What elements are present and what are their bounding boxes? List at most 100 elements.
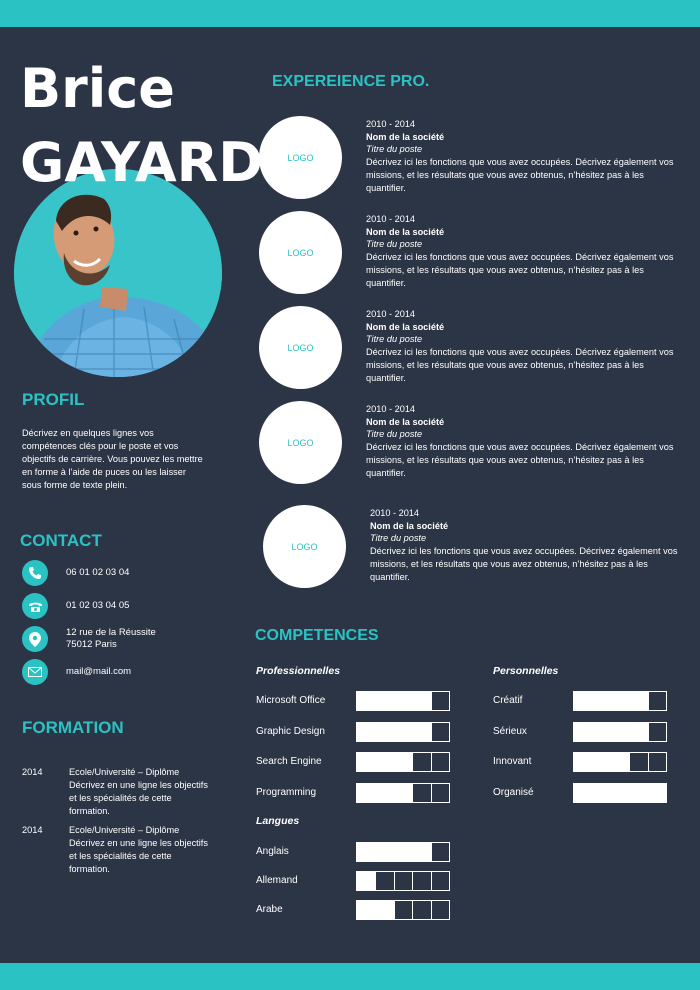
profil-heading: PROFIL xyxy=(22,390,85,409)
skill-level-divider xyxy=(393,901,395,919)
experience-dates: 2010 - 2014 xyxy=(366,404,416,414)
last-name: GAYARD xyxy=(20,131,264,194)
skill-label: Arabe xyxy=(256,904,283,915)
company-logo: LOGO xyxy=(259,306,342,389)
formation-year: 2014 xyxy=(22,767,43,777)
skill-level-fill xyxy=(357,692,431,710)
experience-company: Nom de la société xyxy=(366,416,445,427)
experience-position: Titre du poste xyxy=(366,144,423,155)
company-logo: LOGO xyxy=(263,505,346,588)
skill-level-fill xyxy=(357,901,394,919)
formation-desc: Ecole/Université – Diplôme Décrivez en u… xyxy=(69,767,208,816)
skill-level-divider xyxy=(431,843,433,861)
experience-desc: Décrivez ici les fonctions que vous avez… xyxy=(366,157,674,193)
skill-level-gauge xyxy=(573,782,667,803)
company-logo: LOGO xyxy=(259,211,342,294)
skill-level-divider xyxy=(431,872,433,890)
skill-level-divider xyxy=(412,872,414,890)
experience-desc: Décrivez ici les fonctions que vous avez… xyxy=(370,546,678,582)
formation-year: 2014 xyxy=(22,825,43,835)
experience-position: Titre du poste xyxy=(366,429,423,440)
bottom-accent-bar xyxy=(0,963,700,990)
experience-position: Titre du poste xyxy=(366,334,423,345)
company-logo: LOGO xyxy=(259,401,342,484)
skill-level-divider xyxy=(648,692,650,710)
experience-company: Nom de la société xyxy=(366,226,445,237)
envelope-icon xyxy=(22,659,48,685)
experience-entry: 2010 - 2014 Nom de la société Titre du p… xyxy=(366,118,681,194)
formation-desc: Ecole/Université – Diplôme Décrivez en u… xyxy=(69,825,208,874)
personal-skills-heading: Personnelles xyxy=(493,665,559,677)
skill-level-divider xyxy=(393,872,395,890)
skill-level-gauge xyxy=(356,721,450,742)
telephone-icon xyxy=(22,593,48,619)
skill-level-divider xyxy=(412,753,414,771)
skill-level-divider xyxy=(431,692,433,710)
skill-level-divider xyxy=(629,753,631,771)
skill-label: Search Engine xyxy=(256,756,322,767)
experience-desc: Décrivez ici les fonctions que vous avez… xyxy=(366,347,674,383)
profile-photo xyxy=(14,169,222,377)
location-pin-icon xyxy=(22,626,48,652)
skill-level-fill xyxy=(574,753,630,771)
skill-level-fill xyxy=(574,722,648,741)
skill-level-gauge xyxy=(356,871,450,891)
experience-company: Nom de la société xyxy=(370,520,449,531)
professional-skills-heading: Professionnelles xyxy=(256,665,341,677)
skill-level-fill xyxy=(574,692,648,710)
skill-label: Microsoft Office xyxy=(256,695,326,706)
skill-level-divider xyxy=(431,753,433,771)
skill-level-gauge xyxy=(356,752,450,772)
experience-position: Titre du poste xyxy=(366,239,423,250)
profil-text: Décrivez en quelques lignes vos compéten… xyxy=(22,428,203,490)
experience-company: Nom de la société xyxy=(366,131,445,142)
skill-level-divider xyxy=(412,783,414,802)
top-accent-bar xyxy=(0,0,700,27)
contact-mobile-text: 06 01 02 03 04 xyxy=(66,567,130,578)
contact-address-line2: 75012 Paris xyxy=(66,639,117,650)
competences-heading: COMPETENCES xyxy=(255,627,379,644)
experience-company: Nom de la société xyxy=(366,321,445,332)
skill-level-divider xyxy=(648,753,650,771)
skill-label: Programming xyxy=(256,786,317,798)
skill-level-gauge xyxy=(573,691,667,711)
skill-level-gauge xyxy=(573,752,667,772)
skill-label: Innovant xyxy=(493,756,532,767)
contact-heading: CONTACT xyxy=(20,531,102,550)
experience-dates: 2010 - 2014 xyxy=(370,508,420,518)
skill-level-gauge xyxy=(573,721,667,742)
skill-level-divider xyxy=(412,901,414,919)
skill-label: Créatif xyxy=(493,695,523,706)
skill-level-fill xyxy=(574,783,666,802)
contact-address-line1: 12 rue de la Réussite xyxy=(66,627,156,638)
skill-level-divider xyxy=(374,872,376,890)
experience-dates: 2010 - 2014 xyxy=(366,119,416,129)
skill-label: Anglais xyxy=(256,846,289,857)
skill-level-fill xyxy=(357,783,413,802)
company-logo: LOGO xyxy=(259,116,342,199)
experience-heading: EXPEREIENCE PRO. xyxy=(272,73,430,90)
skill-level-fill xyxy=(357,722,431,741)
skill-label: Sérieux xyxy=(493,725,527,737)
skill-level-gauge xyxy=(356,900,450,920)
experience-entry: 2010 - 2014 Nom de la société Titre du p… xyxy=(370,507,685,583)
experience-entry: 2010 - 2014 Nom de la société Titre du p… xyxy=(366,308,681,384)
skill-level-gauge xyxy=(356,842,450,862)
experience-desc: Décrivez ici les fonctions que vous avez… xyxy=(366,442,674,478)
skill-level-gauge xyxy=(356,691,450,711)
skill-level-gauge xyxy=(356,782,450,803)
skill-label: Allemand xyxy=(256,875,298,886)
experience-dates: 2010 - 2014 xyxy=(366,214,416,224)
experience-entry: 2010 - 2014 Nom de la société Titre du p… xyxy=(366,213,681,289)
languages-heading: Langues xyxy=(256,815,300,827)
experience-desc: Décrivez ici les fonctions que vous avez… xyxy=(366,252,674,288)
first-name: Brice xyxy=(20,57,175,120)
skill-level-fill xyxy=(357,872,376,890)
formation-heading: FORMATION xyxy=(22,718,124,737)
skill-level-divider xyxy=(431,783,433,802)
skill-level-fill xyxy=(357,753,413,771)
skill-level-divider xyxy=(648,722,650,741)
experience-position: Titre du poste xyxy=(370,533,427,544)
experience-dates: 2010 - 2014 xyxy=(366,309,416,319)
contact-email-text[interactable]: mail@mail.com xyxy=(66,666,131,678)
